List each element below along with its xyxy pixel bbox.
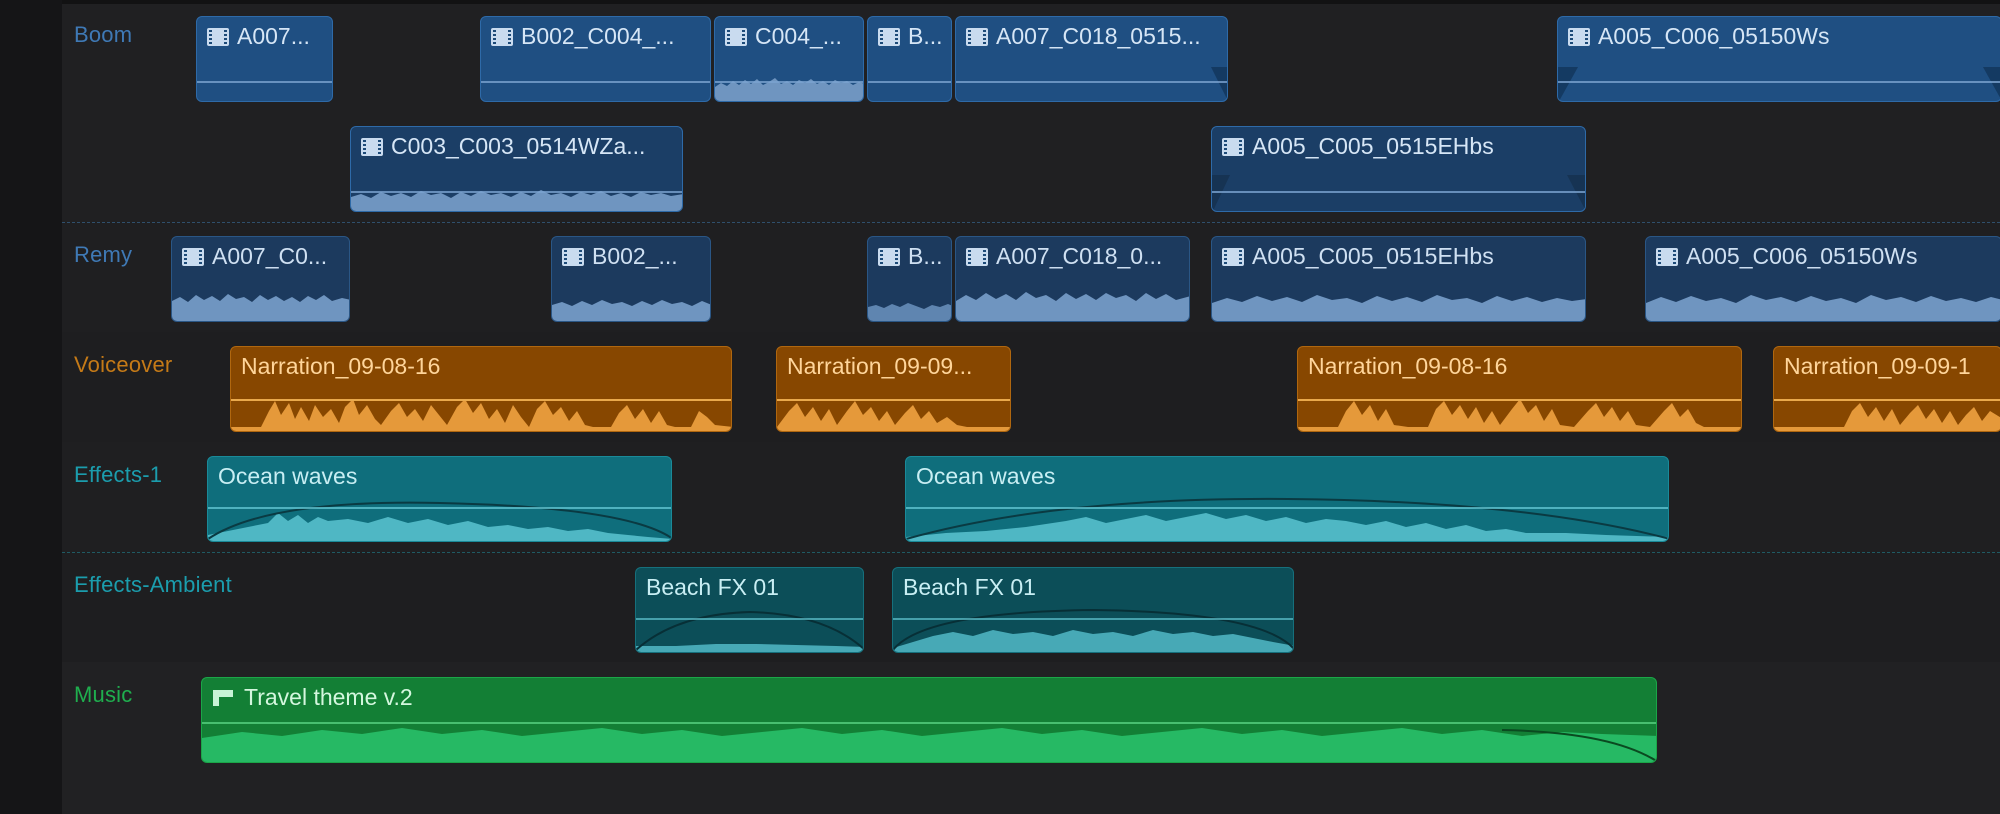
clip-beach-fx-1[interactable]: Beach FX 01 (635, 567, 864, 653)
film-icon (1656, 247, 1678, 266)
clip-remy-5[interactable]: A005_C005_0515EHbs (1211, 236, 1586, 322)
clip-boom-3[interactable]: C004_... (714, 16, 864, 102)
audio-waveform (1212, 295, 1585, 321)
clip-boom-1[interactable]: A007... (196, 16, 333, 102)
clip-remy-2[interactable]: B002_... (551, 236, 711, 322)
audio-waveform (715, 78, 863, 101)
clip-boom-5[interactable]: A007_C018_0515... (955, 16, 1228, 102)
audio-waveform (208, 501, 671, 541)
audio-waveform (956, 292, 1189, 321)
film-icon (878, 247, 900, 266)
fade-handle[interactable] (1212, 127, 1586, 212)
volume-line[interactable] (1212, 191, 1585, 193)
film-icon (207, 27, 229, 46)
lane-label-voiceover: Voiceover (74, 352, 173, 377)
volume-line[interactable] (208, 507, 671, 509)
volume-line[interactable] (715, 81, 863, 83)
volume-line[interactable] (351, 191, 682, 193)
film-icon (966, 247, 988, 266)
audio-waveform (1646, 295, 2000, 321)
audio-waveform (893, 608, 1293, 652)
film-icon (491, 27, 513, 46)
clip-narration-2[interactable]: Narration_09-09... (776, 346, 1011, 432)
clip-beach-fx-2[interactable]: Beach FX 01 (892, 567, 1294, 653)
lane-label-effects-1: Effects-1 (74, 462, 163, 487)
volume-line[interactable] (868, 81, 951, 83)
volume-line[interactable] (231, 399, 731, 401)
volume-line[interactable] (197, 81, 332, 83)
audio-waveform (636, 610, 863, 652)
audio-waveform (351, 190, 682, 211)
clip-boom-2[interactable]: B002_C004_... (480, 16, 711, 102)
audio-waveform (1774, 403, 2000, 431)
lane-label-music: Music (74, 682, 133, 707)
volume-line[interactable] (636, 618, 863, 620)
volume-line[interactable] (481, 81, 710, 83)
volume-line[interactable] (1774, 399, 2000, 401)
film-icon (562, 247, 584, 266)
volume-line[interactable] (777, 399, 1010, 401)
clip-boom-4[interactable]: B... (867, 16, 952, 102)
audio-waveform (552, 300, 710, 321)
fade-handle[interactable] (956, 17, 1228, 102)
volume-line[interactable] (956, 81, 1227, 83)
volume-line[interactable] (906, 507, 1668, 509)
volume-line[interactable] (1558, 81, 2000, 83)
clip-ocean-waves-1[interactable]: Ocean waves (207, 456, 672, 542)
clip-remy-4[interactable]: A007_C018_0... (955, 236, 1190, 322)
volume-line[interactable] (202, 722, 1656, 724)
film-icon (182, 247, 204, 266)
film-icon (1222, 247, 1244, 266)
clip-boom-8[interactable]: A005_C005_0515EHbs (1211, 126, 1586, 212)
clip-boom-6[interactable]: A005_C006_05150Ws (1557, 16, 2000, 102)
audio-waveform (202, 728, 1656, 762)
lane-label-remy: Remy (74, 242, 133, 267)
lane-label-effects-ambient: Effects-Ambient (74, 572, 232, 597)
timeline-left-gutter (0, 0, 63, 814)
audio-waveform (172, 294, 349, 321)
film-icon (725, 27, 747, 46)
volume-line[interactable] (893, 618, 1293, 620)
role-separator (62, 552, 2000, 553)
clip-remy-6[interactable]: A005_C006_05150Ws (1645, 236, 2000, 322)
clip-narration-3[interactable]: Narration_09-08-16 (1297, 346, 1742, 432)
clip-travel-theme[interactable]: Travel theme v.2 (201, 677, 1657, 763)
clip-narration-4[interactable]: Narration_09-09-1 (1773, 346, 2000, 432)
music-clip-icon (212, 689, 234, 707)
clip-remy-1[interactable]: A007_C0... (171, 236, 350, 322)
audio-waveform (868, 303, 951, 321)
audio-waveform (906, 497, 1668, 541)
role-separator (62, 222, 2000, 223)
lane-label-boom: Boom (74, 22, 133, 47)
film-icon (878, 27, 900, 46)
volume-line[interactable] (1298, 399, 1741, 401)
film-icon (361, 137, 383, 156)
audio-waveform (1298, 399, 1741, 431)
clip-narration-1[interactable]: Narration_09-08-16 (230, 346, 732, 432)
fade-handle[interactable] (1558, 17, 2000, 102)
audio-waveform (777, 401, 1010, 431)
clip-ocean-waves-2[interactable]: Ocean waves (905, 456, 1669, 542)
clip-boom-7[interactable]: C003_C003_0514WZa... (350, 126, 683, 212)
audio-waveform (231, 399, 731, 431)
clip-remy-3[interactable]: B... (867, 236, 952, 322)
